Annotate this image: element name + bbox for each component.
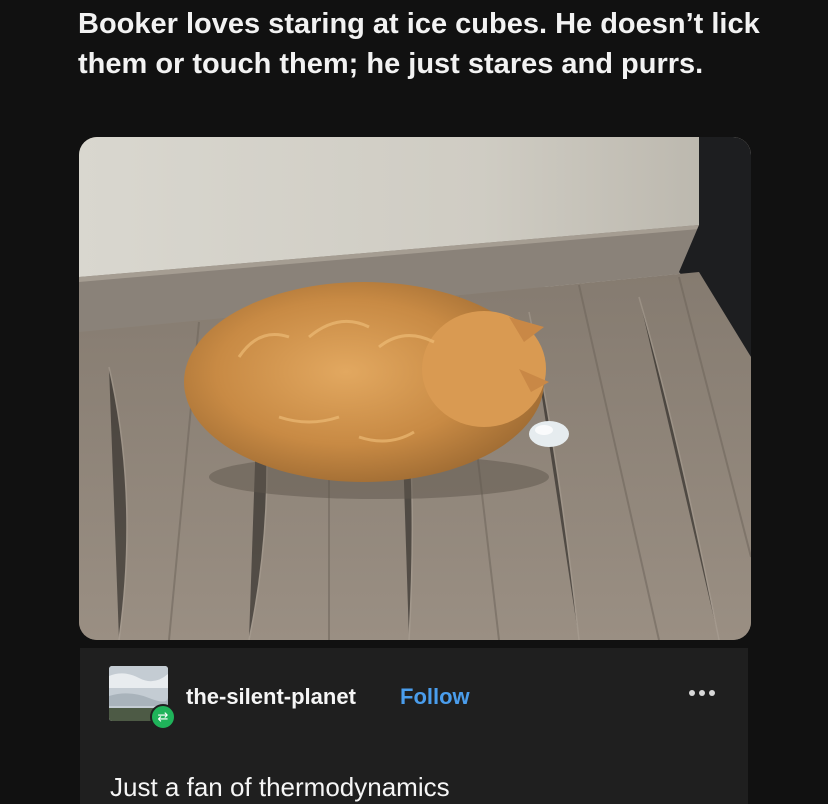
reblog-icon: ⇄ <box>150 704 176 730</box>
reblog-panel: ⇄ the-silent-planet Follow Just a fan of… <box>80 648 748 804</box>
cat-photo-image <box>79 137 751 640</box>
reblog-username[interactable]: the-silent-planet <box>186 684 356 710</box>
post-photo[interactable] <box>79 137 751 640</box>
reblog-comment: Just a fan of thermodynamics <box>110 772 450 802</box>
follow-button[interactable]: Follow <box>400 684 470 710</box>
ellipsis-icon[interactable] <box>684 680 720 706</box>
post-caption: Booker loves staring at ice cubes. He do… <box>78 8 760 80</box>
